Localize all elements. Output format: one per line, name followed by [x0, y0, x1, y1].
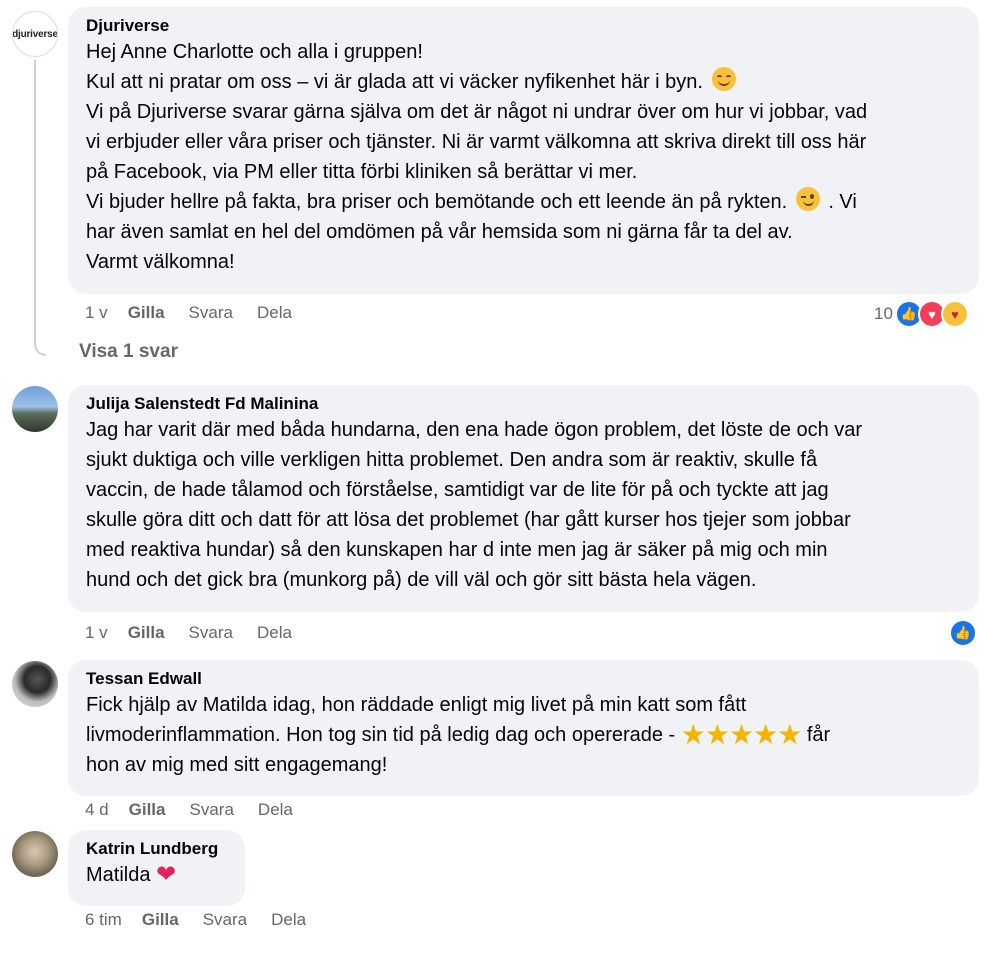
share-button[interactable]: Dela	[257, 303, 292, 323]
care-reaction-icon: ♥	[940, 300, 969, 328]
share-button[interactable]: Dela	[271, 910, 306, 930]
like-button[interactable]: Gilla	[129, 800, 166, 820]
comment-line: hund och det gick bra (munkorg på) de vi…	[86, 569, 757, 591]
comment-line: Vi på Djuriverse svarar gärna själva om …	[86, 101, 868, 123]
view-replies-link[interactable]: Visa 1 svar	[79, 341, 178, 363]
avatar-logo-text: djuriverse	[12, 28, 58, 40]
comment-line-wrap: Vi bjuder hellre på fakta, bra priser oc…	[86, 187, 967, 217]
comment-line: Hej Anne Charlotte och alla i gruppen!	[86, 41, 423, 63]
comment-line: Matilda	[86, 864, 151, 886]
comment-line: har även samlat en hel del omdömen på vå…	[86, 221, 793, 243]
reaction-count: 10	[874, 304, 893, 323]
comment-author[interactable]: Djuriverse	[86, 15, 967, 37]
comment-text: Jag har varit där med båda hundarna, den…	[86, 415, 967, 595]
comment-line: Jag har varit där med båda hundarna, den…	[86, 419, 863, 441]
reply-button[interactable]: Svara	[203, 910, 247, 930]
smiling-face-emoji-icon	[711, 67, 736, 91]
comment-bubble-julija: Julija Salenstedt Fd Malinina Jag har va…	[68, 385, 979, 612]
comment-timestamp[interactable]: 1 v	[85, 303, 108, 323]
comment-bubble-tessan: Tessan Edwall Fick hjälp av Matilda idag…	[68, 660, 979, 796]
comment-line-wrap: Kul att ni pratar om oss – vi är glada a…	[86, 67, 967, 97]
comment-author[interactable]: Julija Salenstedt Fd Malinina	[86, 393, 967, 415]
comment-line-wrap: Matilda ❤	[86, 860, 233, 890]
reply-button[interactable]: Svara	[189, 623, 233, 643]
comment-actions: 4 d Gilla Svara Dela	[85, 800, 317, 820]
comment-line: Kul att ni pratar om oss – vi är glada a…	[86, 71, 703, 93]
comment-timestamp[interactable]: 1 v	[85, 623, 108, 643]
comment-bubble-djuriverse: Djuriverse Hej Anne Charlotte och alla i…	[68, 7, 979, 294]
comment-author[interactable]: Katrin Lundberg	[86, 838, 233, 860]
winking-face-emoji-icon	[795, 187, 820, 211]
comment-line: sjukt duktiga och ville verkligen hitta …	[86, 449, 818, 471]
reactions-summary[interactable]: 10 👍 ♥ ♥	[874, 300, 969, 328]
avatar-julija[interactable]	[12, 386, 58, 432]
like-button[interactable]: Gilla	[128, 303, 165, 323]
share-button[interactable]: Dela	[258, 800, 293, 820]
comment-line: får	[806, 724, 831, 746]
red-heart-emoji-icon: ❤	[156, 861, 177, 888]
comment-line: Vi bjuder hellre på fakta, bra priser oc…	[86, 191, 788, 213]
like-button[interactable]: Gilla	[142, 910, 179, 930]
reply-button[interactable]: Svara	[190, 800, 234, 820]
comment-line: på Facebook, via PM eller titta förbi kl…	[86, 161, 638, 183]
comment-actions: 6 tim Gilla Svara Dela	[85, 910, 330, 930]
comment-line: vaccin, de hade tålamod och förståelse, …	[86, 479, 829, 501]
comment-line: Varmt välkomna!	[86, 251, 235, 273]
reply-thread-line	[34, 60, 46, 356]
comment-line: skulle göra ditt och datt för att lösa d…	[86, 509, 851, 531]
comment-line: hon av mig med sitt engagemang!	[86, 754, 388, 776]
comment-author[interactable]: Tessan Edwall	[86, 668, 967, 690]
comment-actions: 1 v Gilla Svara Dela	[85, 623, 316, 643]
comment-text: Fick hjälp av Matilda idag, hon räddade …	[86, 690, 967, 780]
comment-line: . Vi	[828, 191, 857, 213]
comment-actions: 1 v Gilla Svara Dela	[85, 303, 316, 323]
comment-text: Hej Anne Charlotte och alla i gruppen! K…	[86, 37, 967, 277]
reactions-summary[interactable]: 👍	[949, 619, 977, 647]
avatar-katrin[interactable]	[12, 831, 58, 877]
avatar-tessan[interactable]	[12, 661, 58, 707]
comment-line: Fick hjälp av Matilda idag, hon räddade …	[86, 694, 747, 716]
comment-bubble-katrin: Katrin Lundberg Matilda ❤	[68, 830, 245, 906]
five-stars-emoji-icon: ★★★★★	[680, 719, 803, 750]
comment-timestamp[interactable]: 6 tim	[85, 910, 122, 930]
share-button[interactable]: Dela	[257, 623, 292, 643]
like-reaction-icon: 👍	[949, 619, 977, 647]
comment-timestamp[interactable]: 4 d	[85, 800, 109, 820]
comment-text: Matilda ❤	[86, 860, 233, 890]
reply-button[interactable]: Svara	[189, 303, 233, 323]
avatar-djuriverse[interactable]: djuriverse	[12, 11, 58, 57]
comment-line: vi erbjuder eller våra priser och tjänst…	[86, 131, 867, 153]
like-button[interactable]: Gilla	[128, 623, 165, 643]
comment-line: med reaktiva hundar) så den kunskapen ha…	[86, 539, 828, 561]
comment-line: livmoderinflammation. Hon tog sin tid på…	[86, 724, 676, 746]
comment-line-wrap: livmoderinflammation. Hon tog sin tid på…	[86, 720, 967, 750]
